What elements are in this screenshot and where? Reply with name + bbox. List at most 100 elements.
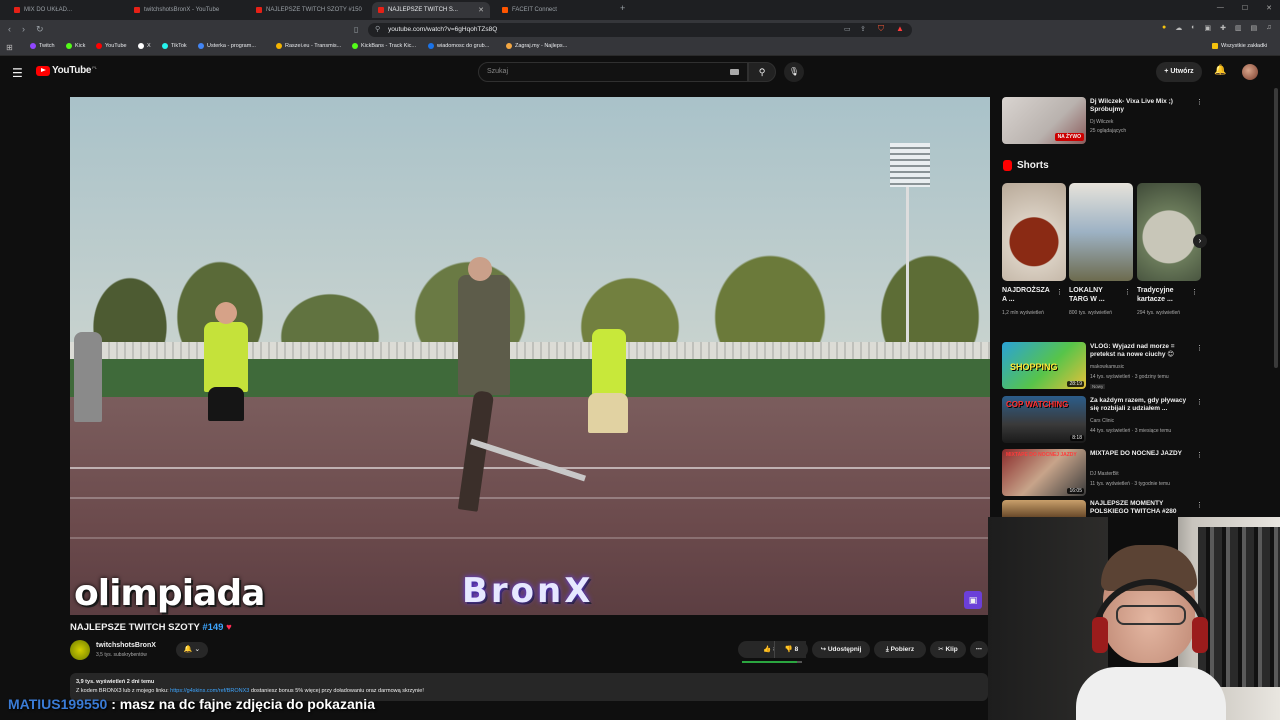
short-title[interactable]: LOKALNY TARG W ... bbox=[1069, 286, 1119, 304]
title-hashtag[interactable]: #149 bbox=[202, 622, 223, 633]
page-scrollbar[interactable] bbox=[1274, 88, 1278, 368]
recommended-title[interactable]: MIXTAPE DO NOCNEJ JAZDY bbox=[1090, 450, 1194, 458]
more-vertical-icon[interactable]: ⋮ bbox=[1196, 98, 1203, 106]
video-player[interactable]: olimpiada BronX ▣ bbox=[70, 97, 990, 615]
share-button[interactable]: ↪ Udostępnij bbox=[812, 641, 870, 658]
recommended-thumbnail[interactable] bbox=[1002, 500, 1086, 517]
install-app-icon[interactable]: ▭ bbox=[844, 25, 851, 33]
video-person-shorts bbox=[208, 387, 244, 421]
url-input[interactable]: ⚲ youtube.com/watch?v=6gHqohTZs8Q bbox=[368, 23, 912, 37]
voice-search-button[interactable]: 🎙 bbox=[784, 62, 804, 82]
download-button[interactable]: ⤓ Pobierz bbox=[874, 641, 926, 658]
bookmark-raszei[interactable]: Raszei.eu - Transmis... bbox=[276, 43, 341, 49]
bookmark-twitch[interactable]: Twitch bbox=[30, 43, 55, 49]
share-page-icon[interactable]: ⇪ bbox=[860, 25, 866, 33]
search-button[interactable]: ⚲ bbox=[748, 62, 776, 82]
browser-tab[interactable]: MIX DO UKŁAD... bbox=[8, 2, 126, 18]
bookmark-usterka[interactable]: Usterka - program... bbox=[198, 43, 256, 49]
recommended-meta: 14 tys. wyświetleń · 3 godziny temu bbox=[1090, 374, 1169, 380]
youtube-logo[interactable]: YouTube PL bbox=[36, 65, 97, 76]
new-tab-icon[interactable]: + bbox=[620, 3, 625, 13]
bookmark-wiadomosc[interactable]: wiadomosc do grub... bbox=[428, 43, 489, 49]
maximize-icon[interactable]: ☐ bbox=[1242, 4, 1248, 12]
more-vertical-icon[interactable]: ⋮ bbox=[1196, 501, 1203, 509]
bookmark-icon[interactable]: ▯ bbox=[354, 25, 358, 34]
short-thumbnail[interactable] bbox=[1137, 183, 1201, 281]
more-vertical-icon[interactable]: ⋮ bbox=[1196, 344, 1203, 352]
extension-icon[interactable]: ▣ bbox=[1204, 24, 1211, 32]
more-vertical-icon[interactable]: ⋮ bbox=[1196, 398, 1203, 406]
reload-icon[interactable]: ↻ bbox=[36, 24, 44, 35]
wallet-icon[interactable]: ▤ bbox=[1251, 24, 1258, 32]
player-branding-icon[interactable]: ▣ bbox=[964, 591, 982, 609]
all-bookmarks-folder[interactable]: Wszystkie zakładki bbox=[1212, 43, 1267, 49]
streamer-webcam bbox=[988, 517, 1280, 720]
recommended-title[interactable]: VLOG: Wyjazd nad morze = pretekst na now… bbox=[1090, 343, 1194, 359]
clip-button[interactable]: ✂ Klip bbox=[930, 641, 966, 658]
extension-icon[interactable]: ☁ bbox=[1175, 24, 1182, 32]
extensions-puzzle-icon[interactable]: ✚ bbox=[1220, 24, 1226, 32]
bookmark-zagraj[interactable]: Zagraj.my - Najleps... bbox=[506, 43, 567, 49]
bookmark-youtube[interactable]: YouTube bbox=[96, 43, 127, 49]
rewards-icon[interactable]: ▲ bbox=[896, 24, 904, 33]
subscription-bell-button[interactable]: 🔔 ⌄ bbox=[176, 642, 208, 658]
channel-avatar[interactable] bbox=[70, 640, 90, 660]
browser-tab[interactable]: twitchshotsBronX - YouTube bbox=[128, 2, 246, 18]
recommended-channel[interactable]: Dj Wilczek bbox=[1090, 119, 1113, 125]
recommended-title[interactable]: Dj Wilczek- Vixa Live Mix ;) Spróbujmy bbox=[1090, 98, 1194, 114]
keyboard-icon[interactable] bbox=[730, 69, 739, 75]
forward-arrow-icon[interactable]: › bbox=[22, 24, 25, 34]
recommended-thumbnail[interactable]: COP WATCHING 8:18 bbox=[1002, 396, 1086, 443]
more-vertical-icon[interactable]: ⋮ bbox=[1196, 451, 1203, 459]
youtube-favicon-icon bbox=[256, 7, 262, 13]
back-arrow-icon[interactable]: ‹ bbox=[8, 24, 11, 34]
hamburger-menu-icon[interactable]: ☰ bbox=[12, 66, 23, 80]
dislike-button[interactable]: 👎 8 bbox=[774, 641, 808, 658]
browser-tab[interactable]: NAJLEPSZE TWITCH SZOTY #150 bbox=[250, 2, 368, 18]
account-avatar[interactable] bbox=[1242, 64, 1258, 80]
recommended-channel[interactable]: makowkamusic bbox=[1090, 364, 1124, 370]
apps-grid-icon[interactable]: ⊞ bbox=[6, 43, 13, 52]
brave-shield-icon[interactable]: ⛉ bbox=[878, 24, 884, 34]
recommended-live-thumbnail[interactable]: NA ŻYWO bbox=[1002, 97, 1086, 144]
short-title[interactable]: NAJDROŻSZA A ... bbox=[1002, 286, 1052, 304]
bookmark-label: YouTube bbox=[105, 43, 127, 49]
create-button[interactable]: + Utwórz bbox=[1156, 62, 1202, 82]
short-thumbnail[interactable] bbox=[1069, 183, 1133, 281]
short-views: 800 tys. wyświetleń bbox=[1069, 310, 1113, 316]
recommended-title[interactable]: Za każdym razem, gdy pływacy się rozbija… bbox=[1090, 397, 1194, 413]
search-input[interactable]: Szukaj bbox=[478, 62, 748, 82]
bookmark-x[interactable]: X bbox=[138, 43, 151, 49]
site-info-icon[interactable]: ⚲ bbox=[375, 23, 380, 37]
playlist-icon[interactable]: ♫ bbox=[1266, 24, 1271, 32]
extension-icon[interactable]: ● bbox=[1162, 24, 1166, 32]
browser-tab-bar: MIX DO UKŁAD... twitchshotsBronX - YouTu… bbox=[0, 0, 1280, 20]
short-thumbnail[interactable] bbox=[1002, 183, 1066, 281]
bookmark-kickbans[interactable]: KickBans - Track Kic... bbox=[352, 43, 416, 49]
sidebar-toggle-icon[interactable]: ▥ bbox=[1235, 24, 1242, 32]
more-vertical-icon[interactable]: ⋮ bbox=[1124, 288, 1131, 296]
close-window-icon[interactable]: ✕ bbox=[1266, 4, 1272, 12]
tab-label: twitchshotsBronX - YouTube bbox=[144, 7, 220, 13]
more-vertical-icon[interactable]: ⋮ bbox=[1056, 288, 1063, 296]
more-vertical-icon[interactable]: ⋮ bbox=[1191, 288, 1198, 296]
more-actions-button[interactable]: ⋯ bbox=[970, 641, 988, 658]
recommended-channel[interactable]: Cars Clinic bbox=[1090, 418, 1114, 424]
description-link[interactable]: https://g4skins.com/ref/BRONX3 bbox=[170, 688, 249, 694]
minimize-icon[interactable]: — bbox=[1217, 4, 1224, 12]
bookmark-tiktok[interactable]: TikTok bbox=[162, 43, 187, 49]
recommended-channel[interactable]: DJ MasterBit bbox=[1090, 471, 1119, 477]
browser-tab-active[interactable]: NAJLEPSZE TWITCH S... ✕ bbox=[372, 2, 490, 18]
extension-icon[interactable]: ◐ bbox=[1191, 24, 1195, 32]
recommended-title[interactable]: NAJLEPSZE MOMENTY POLSKIEGO TWITCHA #280 bbox=[1090, 500, 1194, 517]
close-tab-icon[interactable]: ✕ bbox=[478, 6, 484, 14]
notifications-bell-icon[interactable]: 🔔 bbox=[1214, 65, 1226, 76]
recommended-thumbnail[interactable]: MIXTAPE DO NOCNEJ JAZDY 16:05 bbox=[1002, 449, 1086, 496]
browser-tab[interactable]: FACEIT Connect bbox=[496, 2, 614, 18]
site-icon bbox=[506, 43, 512, 49]
short-title[interactable]: Tradycyjne kartacze ... bbox=[1137, 286, 1187, 304]
recommended-thumbnail[interactable]: SHOPPING 28:19 bbox=[1002, 342, 1086, 389]
chevron-right-icon[interactable]: › bbox=[1193, 234, 1207, 248]
bookmark-kick[interactable]: Kick bbox=[66, 43, 85, 49]
channel-name[interactable]: twitchshotsBronX bbox=[96, 642, 156, 649]
